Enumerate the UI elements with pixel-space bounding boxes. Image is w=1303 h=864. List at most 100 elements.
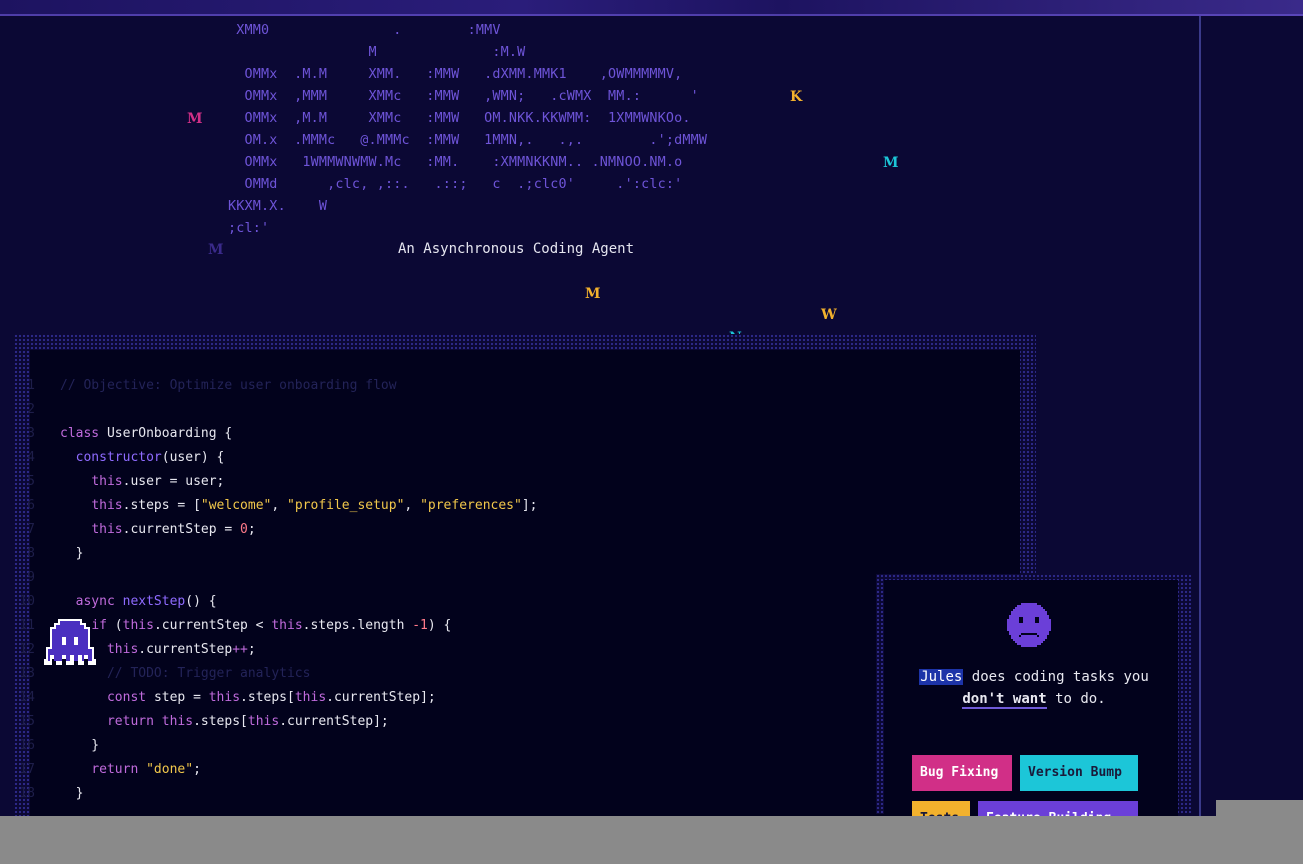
code-token: ; — [247, 522, 256, 537]
code-token: .currentStep]; — [279, 714, 389, 729]
code-token: ]; — [521, 498, 538, 513]
code-line: 16 } — [19, 734, 537, 758]
code-token: -1 — [412, 618, 428, 633]
code-token: ; — [193, 762, 201, 777]
line-number: 18 — [19, 786, 35, 801]
code-token: "done" — [146, 762, 194, 777]
code-line: 9 — [27, 566, 537, 590]
code-token: "welcome" — [200, 498, 272, 513]
code-token: ; — [247, 642, 256, 657]
code-token: ) { — [427, 618, 452, 633]
code-token: this — [247, 714, 280, 729]
code-token: step = — [153, 690, 209, 705]
jules-name: Jules — [919, 669, 964, 685]
code-token: this — [91, 474, 123, 489]
code-line: 8 } — [27, 542, 537, 566]
tagline: An Asynchronous Coding Agent — [398, 241, 635, 257]
code-token: ( — [114, 618, 123, 633]
code-token: constructor — [75, 450, 162, 465]
code-line: 15 return this.steps[this.currentStep]; — [19, 710, 537, 734]
code-token: this — [106, 642, 139, 657]
code-token: } — [60, 786, 84, 801]
code-token: .currentStep — [138, 642, 233, 657]
code-token: , — [404, 498, 421, 513]
code-token: "profile_setup" — [287, 498, 405, 513]
scatter-glyph: M — [208, 242, 224, 258]
line-number: 8 — [27, 546, 35, 561]
code-token: this — [91, 522, 123, 537]
code-token: this — [271, 618, 303, 633]
code-line: 14 const step = this.steps[this.currentS… — [19, 686, 537, 710]
code-token: // Objective: Optimize user onboarding f… — [60, 378, 397, 393]
line-number: 9 — [27, 570, 35, 585]
scatter-glyph: M — [585, 286, 601, 302]
code-token: this — [208, 690, 241, 705]
code-token: .steps[ — [240, 690, 295, 705]
code-token: , — [271, 498, 288, 513]
line-number: 12 — [19, 642, 35, 657]
code-token: async — [75, 594, 123, 609]
code-token: this — [161, 714, 194, 729]
scatter-glyph: M — [187, 111, 203, 127]
top-banner — [0, 0, 1303, 16]
code-line: 4 constructor(user) { — [27, 446, 537, 470]
code-token: return — [91, 762, 147, 777]
code-token: } — [60, 546, 84, 561]
chip-bug-fixing[interactable]: Bug Fixing — [912, 755, 1012, 791]
code-token: class — [60, 426, 107, 441]
code-token: .currentStep < — [153, 618, 272, 633]
card-tagline: Jules does coding tasks you don't want t… — [906, 666, 1162, 710]
code-token: this — [122, 618, 154, 633]
code-token: ++ — [232, 642, 248, 657]
code-token: .currentStep = — [122, 522, 241, 537]
ascii-logo: XMM0 . :MMV M :M.W OMMx .M.M XMM. :MMW .… — [228, 23, 708, 236]
code-token: this — [294, 690, 327, 705]
code-token: UserOnboarding { — [106, 426, 233, 441]
code-token: (user) { — [161, 450, 225, 465]
code-token: nextStep — [122, 594, 186, 609]
code-token: } — [60, 738, 100, 753]
code-line: 18 } — [19, 782, 537, 806]
sad-face-icon — [1007, 603, 1051, 647]
line-number: 1 — [27, 378, 35, 393]
line-number: 14 — [19, 690, 35, 705]
line-number: 16 — [19, 738, 35, 753]
code-token: return — [106, 714, 162, 729]
code-token: 0 — [240, 522, 248, 537]
chip-version-bump[interactable]: Version Bump — [1020, 755, 1138, 791]
line-number: 5 — [27, 474, 35, 489]
overlay-gray — [0, 816, 1303, 864]
code-line: 3 class UserOnboarding { — [27, 422, 537, 446]
line-number: 6 — [27, 498, 35, 513]
code-line: 10 async nextStep() { — [19, 590, 537, 614]
tagline-text-1: does coding tasks you — [963, 669, 1149, 685]
line-number: 17 — [19, 762, 35, 777]
code-token: .currentStep]; — [326, 690, 436, 705]
line-number: 7 — [27, 522, 35, 537]
code-token: .steps = [ — [122, 498, 201, 513]
code-line: 11 if (this.currentStep < this.steps.len… — [19, 614, 537, 638]
line-number: 2 — [27, 402, 35, 417]
scatter-glyph: M — [883, 155, 899, 171]
code-token: const — [106, 690, 154, 705]
code-line: 12 this.currentStep++; — [19, 638, 537, 662]
code-line: 17 return "done"; — [19, 758, 537, 782]
octopus-mascot-icon — [44, 619, 96, 665]
line-number: 11 — [19, 618, 35, 633]
code-token: "preferences" — [420, 498, 522, 513]
code-token: .steps[ — [193, 714, 248, 729]
code-token: this — [91, 498, 123, 513]
code-line: 13 // TODO: Trigger analytics — [19, 662, 537, 686]
line-number: 13 — [19, 666, 35, 681]
line-number: 4 — [27, 450, 35, 465]
scatter-glyph: W — [821, 307, 837, 323]
code-line: 2 — [27, 398, 537, 422]
code-line: 6 this.steps = ["welcome", "profile_setu… — [27, 494, 538, 518]
